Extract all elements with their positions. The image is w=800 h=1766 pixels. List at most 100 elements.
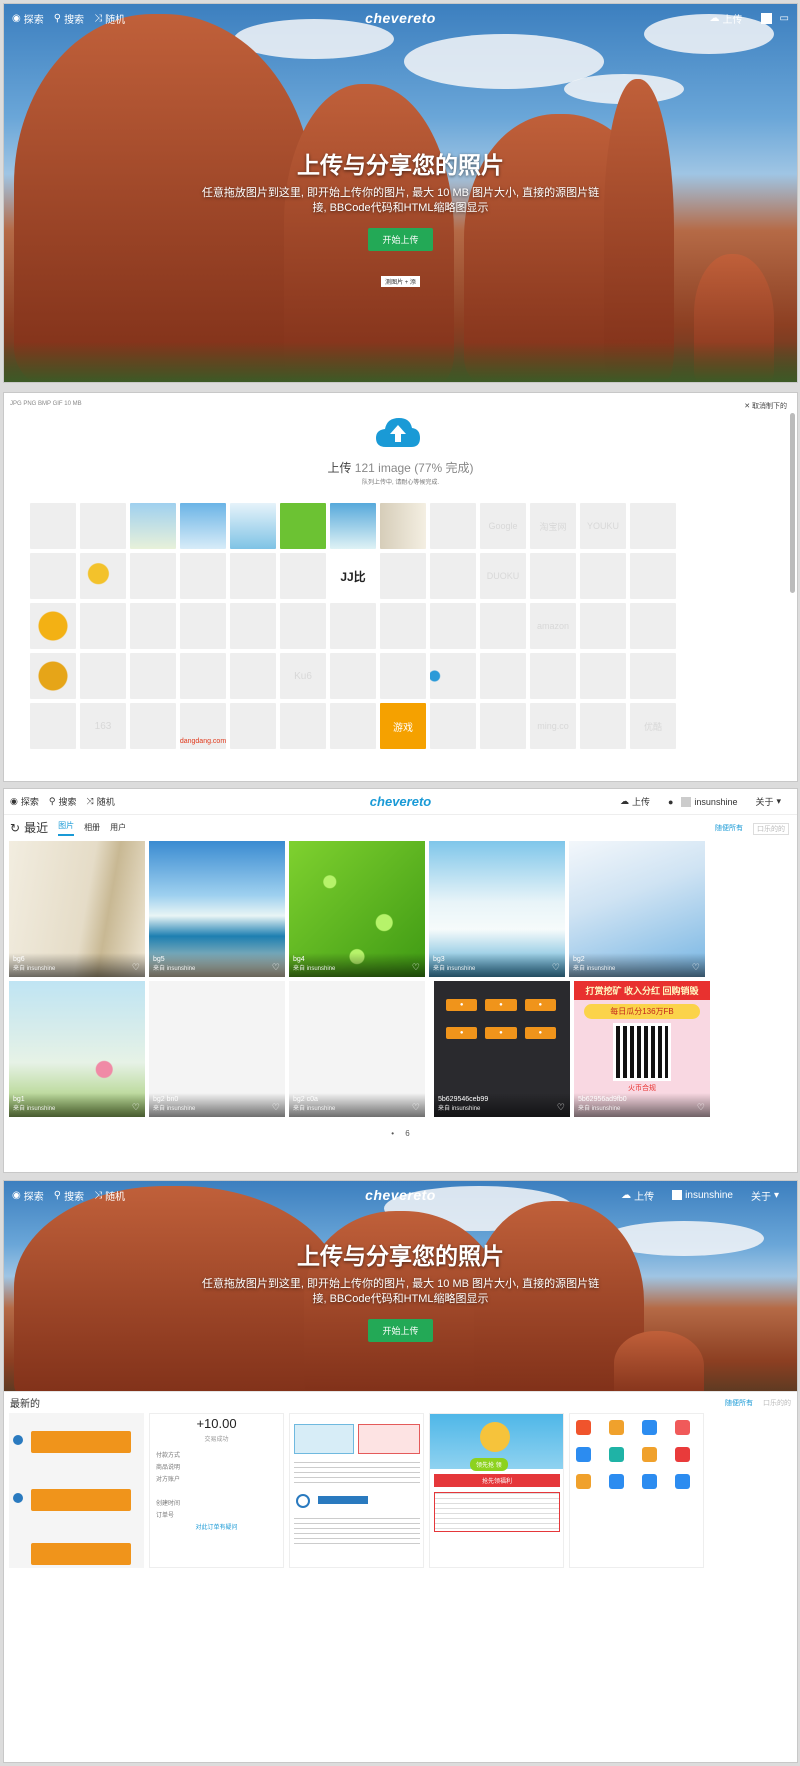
queue-thumb: DUOKU: [480, 553, 526, 599]
queue-thumb: [80, 503, 126, 549]
pager-prev[interactable]: •: [391, 1129, 394, 1138]
heart-icon[interactable]: ♡: [697, 1102, 705, 1113]
heart-icon[interactable]: ♡: [272, 1102, 280, 1113]
app-icon[interactable]: [675, 1474, 690, 1489]
app-icon[interactable]: [609, 1447, 624, 1462]
search-link[interactable]: ⚲ 搜索: [54, 11, 84, 26]
recent-heading: ↻ 最近: [10, 820, 49, 836]
app-icon[interactable]: [576, 1420, 591, 1435]
queue-thumb: [330, 603, 376, 649]
newest-tile-payment[interactable]: +10.00 交易成功 付款方式 商品说明 对方账户 创建时间 订单号 对此订单有疑问: [149, 1413, 284, 1568]
promo-button[interactable]: 领先抢 领: [470, 1458, 508, 1471]
search-link[interactable]: ⚲ 搜索: [54, 1188, 84, 1203]
gallery-tile[interactable]: 打赏挖矿 收入分红 回购销毁 每日瓜分136万FB 火币合规 5b62956ad…: [574, 981, 710, 1117]
pager-page[interactable]: 6: [405, 1129, 409, 1138]
gallery-tile[interactable]: bg2 c0a 来自 insunshine ♡: [289, 981, 425, 1117]
explore-link[interactable]: ◉ 探索: [10, 795, 39, 808]
gallery-tile[interactable]: bg3 来自 insunshine ♡: [429, 841, 565, 977]
explore-icon: ◉: [12, 12, 21, 24]
cancel-remaining-button[interactable]: ✕ 取消制下的: [744, 401, 787, 411]
cloud-upload-icon: [376, 418, 420, 447]
search-link[interactable]: ⚲ 搜索: [49, 795, 77, 808]
gallery-tile[interactable]: bg2 bn0 来自 insunshine ♡: [149, 981, 285, 1117]
newest-tile-promo[interactable]: 领先抢 领 抢先领福利: [429, 1413, 564, 1568]
random-link[interactable]: ⤨ 随机: [94, 1188, 125, 1203]
heart-icon[interactable]: ♡: [692, 962, 700, 973]
upload-link[interactable]: ☁ 上传: [620, 795, 650, 808]
about-menu[interactable]: 关于 ▾: [755, 795, 781, 808]
app-icon[interactable]: [609, 1420, 624, 1435]
gallery-tile[interactable]: bg4 来自 insunshine ♡: [289, 841, 425, 977]
user-menu[interactable]: insunshine: [681, 796, 737, 807]
queue-thumb: [230, 603, 276, 649]
queue-thumb: [180, 503, 226, 549]
app-icon[interactable]: [576, 1474, 591, 1489]
heart-icon[interactable]: ♡: [412, 962, 420, 973]
tab-albums[interactable]: 相册: [84, 822, 100, 833]
gallery-tile[interactable]: bg6 来自 insunshine ♡: [9, 841, 145, 977]
random-link[interactable]: ⤨ 随机: [86, 795, 114, 808]
random-link[interactable]: ⤨ 随机: [94, 11, 125, 26]
hero-description: 任意拖放图片到这里, 即开始上传你的图片, 最大 10 MB 图片大小, 直接的…: [201, 187, 600, 214]
upload-link[interactable]: ☁ 上传: [621, 1188, 654, 1203]
app-icon[interactable]: [675, 1420, 690, 1435]
queue-thumb: [430, 603, 476, 649]
gallery-filters: 随便所有 口乐的的: [715, 823, 789, 835]
tab-users[interactable]: 用户: [110, 822, 126, 833]
heart-icon[interactable]: ♡: [552, 962, 560, 973]
upload-scrollbar[interactable]: [790, 413, 795, 593]
payment-help-link[interactable]: 对此订单有疑问: [150, 1522, 283, 1531]
explore-link[interactable]: ◉ 探索: [12, 11, 44, 26]
ad-subheadline: 每日瓜分136万FB: [584, 1004, 700, 1019]
queue-thumb: [430, 503, 476, 549]
heart-icon[interactable]: ♡: [272, 962, 280, 973]
promo-button-2[interactable]: 抢先领福利: [434, 1474, 560, 1487]
home-panel: ◉ 探索 ⚲ 搜索 ⤨ 随机 chevereto ☁ 上传 insunshine 关于 ▾…: [3, 1180, 798, 1763]
heart-icon[interactable]: ♡: [132, 962, 140, 973]
app-icon[interactable]: [642, 1447, 657, 1462]
newest-title: 最新的: [10, 1399, 40, 1410]
app-icon[interactable]: [675, 1447, 690, 1462]
sort-dropdown[interactable]: 随便所有: [715, 823, 743, 835]
queue-thumb: [580, 603, 626, 649]
settings-icon[interactable]: ▭: [780, 13, 789, 24]
start-upload-button[interactable]: 开始上传: [368, 1319, 433, 1342]
gallery-tile[interactable]: ● ● ● ● ● ● 5b629546ceb99 来自 insunshine ♡: [434, 981, 570, 1117]
app-icon[interactable]: [576, 1447, 591, 1462]
explore-link[interactable]: ◉ 探索: [12, 1188, 44, 1203]
site-logo[interactable]: chevereto: [365, 10, 436, 26]
notifications-icon[interactable]: ●: [668, 797, 673, 807]
gallery-tile[interactable]: bg5 来自 insunshine ♡: [149, 841, 285, 977]
site-logo[interactable]: chevereto: [365, 1187, 436, 1203]
newest-tile-chat[interactable]: [9, 1413, 144, 1568]
upload-progress-title: 上传 121 image (77% 完成): [327, 461, 474, 475]
app-icon[interactable]: [642, 1474, 657, 1489]
queue-thumb: Ku6: [280, 653, 326, 699]
queue-thumb: [230, 653, 276, 699]
heart-icon[interactable]: ♡: [412, 1102, 420, 1113]
app-icon[interactable]: [642, 1420, 657, 1435]
hero-small-tag[interactable]: 测图片 + 添: [381, 276, 420, 287]
heart-icon[interactable]: ♡: [132, 1102, 140, 1113]
app-icon[interactable]: [609, 1474, 624, 1489]
upload-link[interactable]: ☁ 上传: [710, 11, 743, 26]
tab-images[interactable]: 图片: [58, 820, 75, 836]
start-upload-button[interactable]: 开始上传: [368, 228, 433, 251]
newest-tile-article[interactable]: [289, 1413, 424, 1568]
queue-thumb: [630, 503, 676, 549]
newest-tile-apps[interactable]: [569, 1413, 704, 1568]
gallery-tile[interactable]: bg2 来自 insunshine ♡: [569, 841, 705, 977]
avatar[interactable]: [760, 12, 772, 24]
gallery-tile[interactable]: bg1 来自 insunshine ♡: [9, 981, 145, 1117]
view-toggle[interactable]: 口乐的的: [753, 823, 789, 835]
about-menu[interactable]: 关于 ▾: [751, 1188, 779, 1203]
heart-icon[interactable]: ♡: [557, 1102, 565, 1113]
queue-thumb: [280, 703, 326, 749]
site-logo[interactable]: chevereto: [370, 794, 431, 809]
queue-thumb: [230, 553, 276, 599]
pagination: • 6: [4, 1129, 797, 1138]
cloud-upload-icon: ☁: [621, 1189, 632, 1201]
user-menu[interactable]: insunshine: [672, 1190, 733, 1201]
sort-dropdown[interactable]: 随便所有: [725, 1398, 753, 1408]
view-toggle[interactable]: 口乐的的: [763, 1398, 791, 1408]
